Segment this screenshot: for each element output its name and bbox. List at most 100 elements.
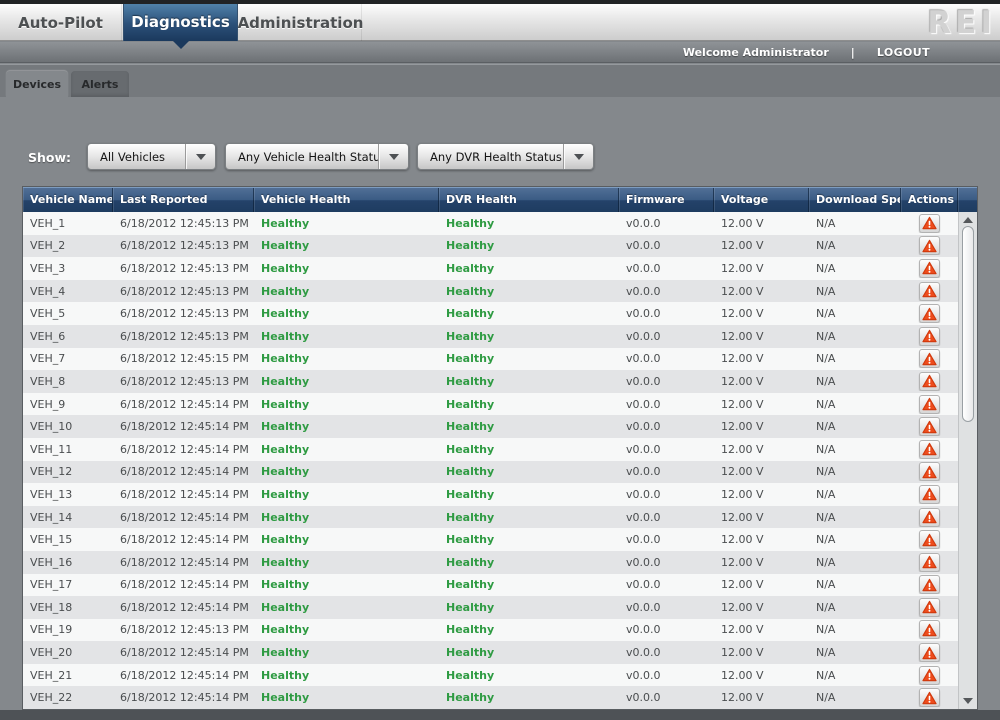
dvr-health-cell: Healthy <box>439 488 619 501</box>
column-header-last-reported[interactable]: Last Reported <box>113 188 254 212</box>
vehicle-name-cell: VEH_7 <box>23 352 113 365</box>
table-row[interactable]: VEH_22 6/18/2012 12:45:14 PM Healthy Hea… <box>23 686 958 709</box>
warning-action-button[interactable] <box>919 349 940 368</box>
download-speed-cell: N/A <box>809 420 901 433</box>
table-row[interactable]: VEH_1 6/18/2012 12:45:13 PM Healthy Heal… <box>23 212 958 235</box>
dropdown-arrow-box <box>563 144 593 169</box>
download-speed-cell: N/A <box>809 285 901 298</box>
warning-action-button[interactable] <box>919 666 940 685</box>
warning-action-button[interactable] <box>919 530 940 549</box>
table-row[interactable]: VEH_10 6/18/2012 12:45:14 PM Healthy Hea… <box>23 415 958 438</box>
table-row[interactable]: VEH_19 6/18/2012 12:45:13 PM Healthy Hea… <box>23 619 958 642</box>
tab-administration[interactable]: Administration <box>240 4 362 41</box>
tab-auto-pilot[interactable]: Auto-Pilot <box>0 4 122 41</box>
voltage-cell: 12.00 V <box>714 352 809 365</box>
tab-devices[interactable]: Devices <box>6 71 68 97</box>
voltage-cell: 12.00 V <box>714 375 809 388</box>
warning-action-button[interactable] <box>919 417 940 436</box>
table-row[interactable]: VEH_12 6/18/2012 12:45:14 PM Healthy Hea… <box>23 461 958 484</box>
table-row[interactable]: VEH_17 6/18/2012 12:45:14 PM Healthy Hea… <box>23 574 958 597</box>
column-header-dvr-health[interactable]: DVR Health <box>439 188 619 212</box>
vehicle-health-cell: Healthy <box>254 465 439 478</box>
tab-diagnostics[interactable]: Diagnostics <box>123 2 238 41</box>
warning-action-button[interactable] <box>919 462 940 481</box>
dvr-health-cell: Healthy <box>439 691 619 704</box>
warning-action-button[interactable] <box>919 598 940 617</box>
voltage-cell: 12.00 V <box>714 465 809 478</box>
column-header-firmware[interactable]: Firmware <box>619 188 714 212</box>
table-row[interactable]: VEH_11 6/18/2012 12:45:14 PM Healthy Hea… <box>23 438 958 461</box>
active-tab-notch <box>173 41 189 49</box>
warning-action-button[interactable] <box>919 236 940 255</box>
table-row[interactable]: VEH_16 6/18/2012 12:45:14 PM Healthy Hea… <box>23 551 958 574</box>
table-row[interactable]: VEH_8 6/18/2012 12:45:13 PM Healthy Heal… <box>23 370 958 393</box>
dvr-health-filter-dropdown[interactable]: Any DVR Health Status <box>417 143 594 170</box>
vehicle-health-filter-dropdown[interactable]: Any Vehicle Health Status <box>225 143 409 170</box>
tab-alerts[interactable]: Alerts <box>71 71 129 97</box>
table-row[interactable]: VEH_14 6/18/2012 12:45:14 PM Healthy Hea… <box>23 506 958 529</box>
download-speed-cell: N/A <box>809 488 901 501</box>
dvr-health-cell: Healthy <box>439 352 619 365</box>
scrollbar-thumb[interactable] <box>962 226 974 422</box>
dvr-health-cell: Healthy <box>439 465 619 478</box>
table-row[interactable]: VEH_3 6/18/2012 12:45:13 PM Healthy Heal… <box>23 257 958 280</box>
table-row[interactable]: VEH_5 6/18/2012 12:45:13 PM Healthy Heal… <box>23 302 958 325</box>
warning-action-button[interactable] <box>919 327 940 346</box>
table-row[interactable]: VEH_2 6/18/2012 12:45:13 PM Healthy Heal… <box>23 235 958 258</box>
warning-action-button[interactable] <box>919 508 940 527</box>
table-row[interactable]: VEH_18 6/18/2012 12:45:14 PM Healthy Hea… <box>23 596 958 619</box>
table-row[interactable]: VEH_21 6/18/2012 12:45:14 PM Healthy Hea… <box>23 664 958 687</box>
firmware-cell: v0.0.0 <box>619 533 714 546</box>
warning-action-button[interactable] <box>919 643 940 662</box>
vehicle-name-cell: VEH_14 <box>23 511 113 524</box>
column-header-vehicle-health[interactable]: Vehicle Health <box>254 188 439 212</box>
warning-action-button[interactable] <box>919 440 940 459</box>
warning-action-button[interactable] <box>919 395 940 414</box>
download-speed-cell: N/A <box>809 352 901 365</box>
column-header-vehicle-name[interactable]: Vehicle Name <box>23 188 113 212</box>
actions-cell <box>901 236 958 255</box>
last-reported-cell: 6/18/2012 12:45:14 PM <box>113 578 254 591</box>
warning-action-button[interactable] <box>919 485 940 504</box>
table-row[interactable]: VEH_6 6/18/2012 12:45:13 PM Healthy Heal… <box>23 325 958 348</box>
column-header-actions[interactable]: Actions <box>901 188 958 212</box>
warning-action-button[interactable] <box>919 259 940 278</box>
column-header-download-speed[interactable]: Download Spe <box>809 188 901 212</box>
table-row[interactable]: VEH_4 6/18/2012 12:45:13 PM Healthy Heal… <box>23 280 958 303</box>
table-row[interactable]: VEH_15 6/18/2012 12:45:14 PM Healthy Hea… <box>23 528 958 551</box>
scroll-down-arrow-icon[interactable] <box>963 698 973 704</box>
scroll-up-arrow-icon[interactable] <box>963 217 973 223</box>
logout-link[interactable]: LOGOUT <box>877 46 930 59</box>
vertical-scrollbar[interactable] <box>958 212 977 709</box>
warning-triangle-icon <box>922 465 937 479</box>
dropdown-arrow-box <box>378 144 408 169</box>
table-row[interactable]: VEH_9 6/18/2012 12:45:14 PM Healthy Heal… <box>23 393 958 416</box>
warning-action-button[interactable] <box>919 282 940 301</box>
warning-action-button[interactable] <box>919 372 940 391</box>
actions-cell <box>901 643 958 662</box>
firmware-cell: v0.0.0 <box>619 330 714 343</box>
warning-action-button[interactable] <box>919 304 940 323</box>
vehicle-name-cell: VEH_4 <box>23 285 113 298</box>
firmware-cell: v0.0.0 <box>619 398 714 411</box>
vehicle-health-cell: Healthy <box>254 578 439 591</box>
warning-action-button[interactable] <box>919 688 940 707</box>
table-row[interactable]: VEH_13 6/18/2012 12:45:14 PM Healthy Hea… <box>23 483 958 506</box>
warning-triangle-icon <box>922 420 937 434</box>
vehicle-name-cell: VEH_9 <box>23 398 113 411</box>
table-row[interactable]: VEH_20 6/18/2012 12:45:14 PM Healthy Hea… <box>23 641 958 664</box>
warning-action-button[interactable] <box>919 214 940 233</box>
vehicles-filter-dropdown[interactable]: All Vehicles <box>87 143 216 170</box>
actions-cell <box>901 688 958 707</box>
download-speed-cell: N/A <box>809 533 901 546</box>
dvr-health-cell: Healthy <box>439 262 619 275</box>
warning-action-button[interactable] <box>919 575 940 594</box>
table-row[interactable]: VEH_7 6/18/2012 12:45:15 PM Healthy Heal… <box>23 348 958 371</box>
voltage-cell: 12.00 V <box>714 669 809 682</box>
warning-action-button[interactable] <box>919 553 940 572</box>
vehicle-health-cell: Healthy <box>254 307 439 320</box>
column-header-voltage[interactable]: Voltage <box>714 188 809 212</box>
warning-action-button[interactable] <box>919 620 940 639</box>
vehicle-health-cell: Healthy <box>254 217 439 230</box>
voltage-cell: 12.00 V <box>714 646 809 659</box>
